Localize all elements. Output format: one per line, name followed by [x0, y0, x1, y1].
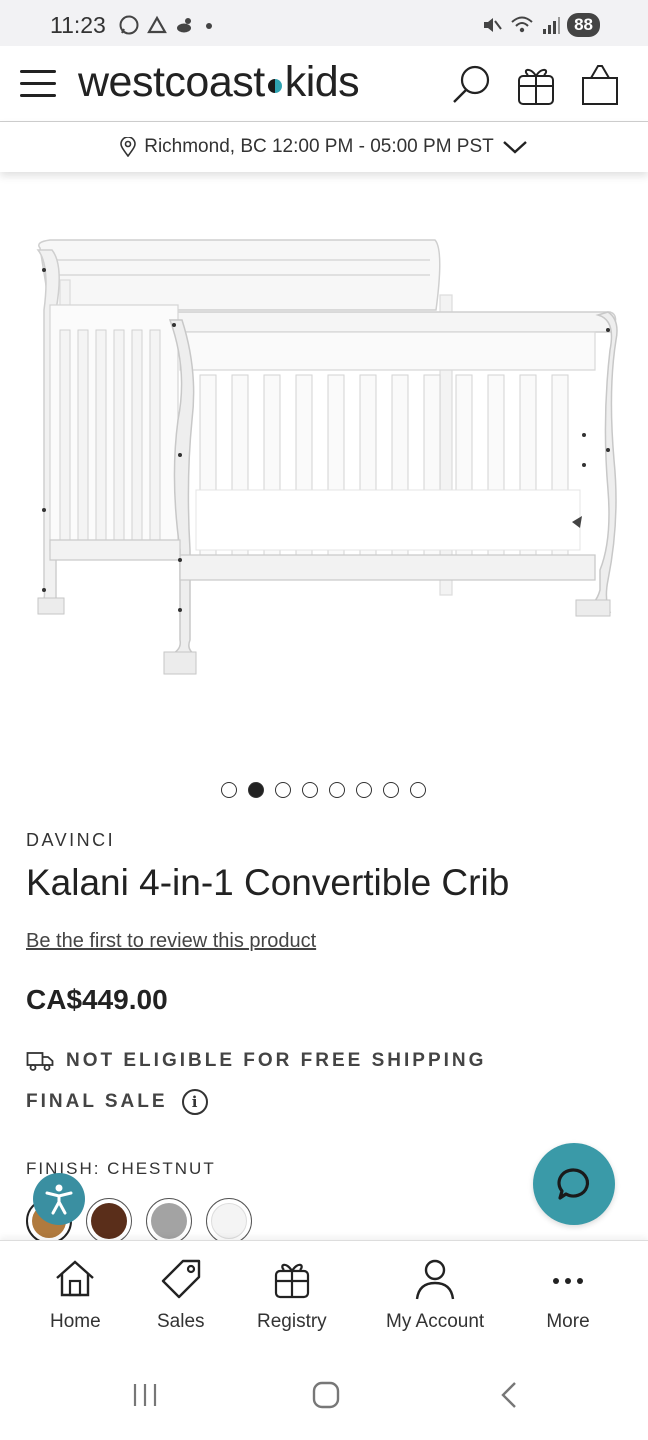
- bottom-nav: Home Sales Registry My Account More: [0, 1240, 648, 1350]
- shipping-text: NOT ELIGIBLE FOR FREE SHIPPING: [66, 1050, 487, 1071]
- truck-icon: [26, 1052, 54, 1071]
- dot-icon: [206, 23, 212, 29]
- accessibility-button[interactable]: [33, 1173, 85, 1225]
- battery-indicator: 88: [567, 13, 600, 37]
- nav-label-sales: Sales: [157, 1311, 205, 1332]
- product-title: Kalani 4-in-1 Convertible Crib: [26, 862, 510, 903]
- carousel-dot[interactable]: [356, 782, 372, 798]
- android-nav-bar: [0, 1350, 648, 1440]
- swatch-color-fill: [151, 1203, 187, 1239]
- user-icon: [415, 1259, 455, 1300]
- nav-registry[interactable]: Registry: [257, 1257, 327, 1333]
- system-icons: 88: [481, 13, 600, 37]
- tag-icon: [161, 1259, 200, 1299]
- nav-more[interactable]: More: [546, 1257, 590, 1333]
- more-icon: [553, 1278, 583, 1284]
- site-logo[interactable]: westcoast kids: [78, 58, 360, 107]
- logo-dot-icon: [267, 78, 282, 93]
- swatch-color-fill: [91, 1203, 127, 1239]
- mute-icon: [484, 18, 502, 32]
- logo-text-kids: kids: [284, 58, 360, 106]
- site-header: westcoast kids: [0, 46, 648, 122]
- carousel-dot[interactable]: [329, 782, 345, 798]
- carousel-dot[interactable]: [221, 782, 237, 798]
- finish-swatch[interactable]: [206, 1198, 252, 1244]
- finish-swatch[interactable]: [146, 1198, 192, 1244]
- nav-home[interactable]: Home: [50, 1257, 101, 1333]
- home-button-icon[interactable]: [311, 1380, 341, 1410]
- carousel-dot[interactable]: [410, 782, 426, 798]
- back-icon[interactable]: [495, 1380, 525, 1410]
- carousel-dot[interactable]: [383, 782, 399, 798]
- product-brand[interactable]: DAVINCI: [26, 830, 115, 851]
- home-icon: [56, 1260, 95, 1297]
- nav-label-registry: Registry: [257, 1311, 327, 1332]
- wifi-icon: [511, 16, 533, 33]
- drive-icon: [147, 15, 167, 34]
- location-text: Richmond, BC 12:00 PM - 05:00 PM PST: [144, 136, 494, 157]
- bag-icon[interactable]: [578, 62, 622, 106]
- search-icon[interactable]: [450, 62, 494, 106]
- menu-icon[interactable]: [20, 70, 56, 98]
- store-location-bar[interactable]: Richmond, BC 12:00 PM - 05:00 PM PST: [0, 122, 648, 172]
- carousel-dot[interactable]: [275, 782, 291, 798]
- shipping-notice: NOT ELIGIBLE FOR FREE SHIPPING: [26, 1050, 486, 1072]
- finish-swatch[interactable]: [86, 1198, 132, 1244]
- nav-sales[interactable]: Sales: [157, 1257, 205, 1333]
- accessibility-icon: [45, 1184, 73, 1215]
- review-link[interactable]: Be the first to review this product: [26, 930, 316, 953]
- product-image-crib[interactable]: [20, 220, 628, 700]
- logo-text-westcoast: westcoast: [78, 58, 265, 106]
- carousel-dot[interactable]: [248, 782, 264, 798]
- swatch-color-fill: [211, 1203, 247, 1239]
- nav-label-my-account: My Account: [386, 1311, 485, 1332]
- registry-gift-icon: [274, 1263, 309, 1299]
- chat-icon: [557, 1168, 590, 1200]
- info-icon[interactable]: i: [181, 1089, 208, 1115]
- notification-icons: [118, 14, 216, 36]
- final-sale-text: FINAL SALE: [26, 1091, 168, 1112]
- status-time: 11:23: [50, 12, 106, 38]
- weather-icon: [177, 18, 191, 33]
- nav-label-home: Home: [50, 1311, 101, 1332]
- chat-button[interactable]: [533, 1143, 615, 1225]
- whatsapp-icon: [119, 15, 139, 35]
- location-pin-icon: [120, 137, 137, 157]
- status-bar: 11:23 88: [0, 0, 648, 46]
- nav-label-more: More: [546, 1311, 590, 1332]
- gift-icon[interactable]: [514, 62, 558, 106]
- product-price: CA$449.00: [26, 984, 168, 1015]
- nav-my-account[interactable]: My Account: [386, 1257, 484, 1333]
- carousel-dots: [221, 782, 426, 798]
- chevron-down-icon[interactable]: [502, 139, 528, 155]
- carousel-dot[interactable]: [302, 782, 318, 798]
- final-sale-notice: FINAL SALE i: [26, 1089, 208, 1115]
- signal-icon: [543, 17, 561, 34]
- recent-apps-icon[interactable]: [130, 1380, 160, 1410]
